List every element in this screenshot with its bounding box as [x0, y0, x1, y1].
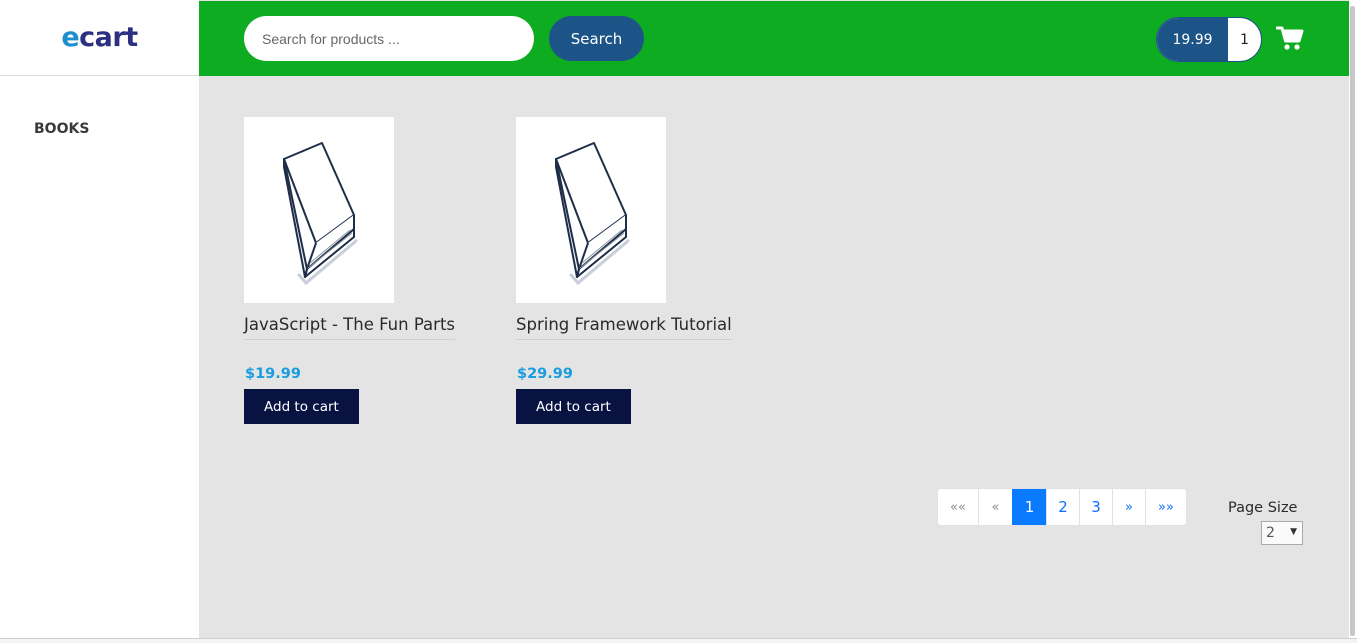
bottom-edge [0, 638, 1357, 643]
add-to-cart-button[interactable]: Add to cart [516, 389, 631, 424]
previous-page-button[interactable]: « [978, 489, 1012, 525]
sidebar-item-books[interactable]: BOOKS [34, 121, 89, 137]
ecart-logo[interactable]: ecart [61, 22, 138, 53]
book-icon [283, 142, 358, 286]
page-1-button[interactable]: 1 [1012, 489, 1046, 525]
page-3-button[interactable]: 3 [1079, 489, 1112, 525]
product-card: Spring Framework Tutorial $29.99 Add to … [516, 117, 732, 424]
dropdown-arrow-icon: ▼ [1290, 527, 1297, 537]
search-button[interactable]: Search [549, 16, 644, 61]
page-2-button[interactable]: 2 [1046, 489, 1079, 525]
cart-quantity: 1 [1240, 31, 1249, 48]
product-image[interactable] [516, 117, 666, 303]
top-header: Search 19.99 1 [199, 1, 1349, 76]
last-page-button[interactable]: »» [1145, 489, 1186, 525]
product-price: $29.99 [517, 366, 573, 382]
first-page-button[interactable]: «« [938, 489, 978, 525]
shopping-cart-icon[interactable] [1275, 25, 1304, 51]
vertical-scrollbar[interactable] [1349, 0, 1357, 643]
book-icon [555, 142, 630, 286]
search-input[interactable] [244, 16, 534, 61]
category-nav: BOOKS [0, 76, 199, 138]
page-size-label: Page Size [1228, 500, 1298, 516]
product-card: JavaScript - The Fun Parts $19.99 Add to… [244, 117, 456, 424]
cart-total-price: 19.99 [1157, 18, 1228, 61]
product-price: $19.99 [245, 366, 301, 382]
page-size-select[interactable]: 2 ▼ [1261, 521, 1303, 545]
product-title[interactable]: JavaScript - The Fun Parts [244, 315, 456, 340]
logo-text: cart [79, 22, 138, 53]
pagination: «« « 1 2 3 » »» [937, 488, 1187, 526]
sidebar: ecart BOOKS [0, 0, 199, 643]
product-image[interactable] [244, 117, 394, 303]
product-title[interactable]: Spring Framework Tutorial [516, 315, 732, 340]
logo-letter-e: e [61, 22, 80, 53]
logo-container: ecart [0, 0, 199, 76]
cart-status[interactable]: 19.99 1 [1156, 17, 1262, 62]
next-page-button[interactable]: » [1112, 489, 1145, 525]
scrollbar-thumb[interactable] [1350, 6, 1355, 636]
page-size-value: 2 [1266, 525, 1275, 541]
add-to-cart-button[interactable]: Add to cart [244, 389, 359, 424]
